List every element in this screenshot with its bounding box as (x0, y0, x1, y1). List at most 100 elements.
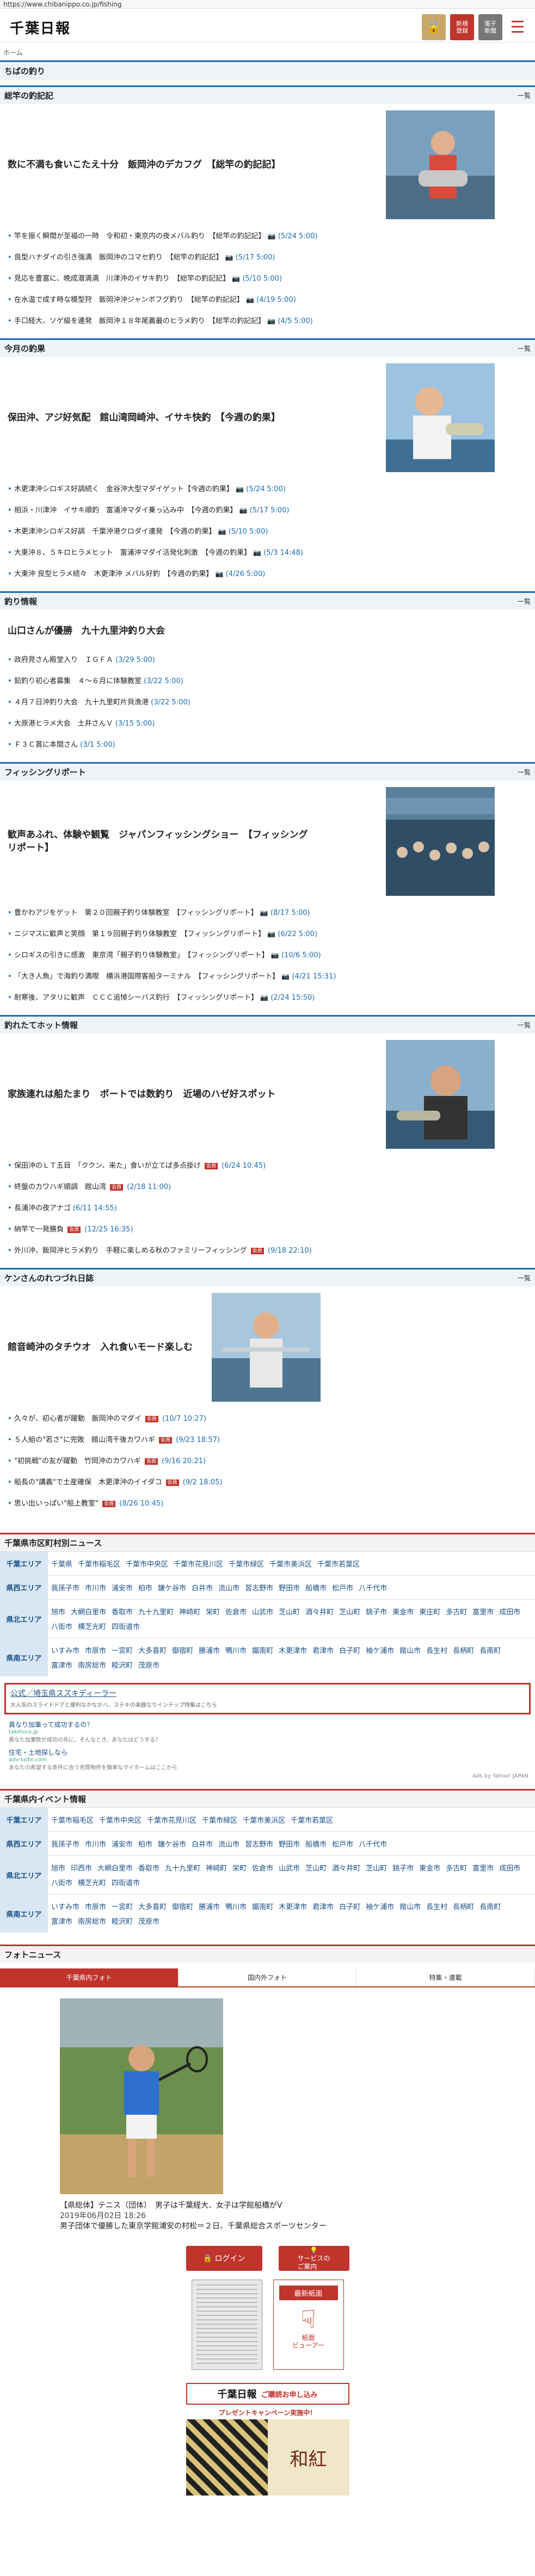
list-item[interactable]: 長浦沖の夜アナゴ (6/11 14:55) (8, 1198, 527, 1219)
city-link[interactable]: 柏市 (138, 1582, 152, 1593)
subscribe-banner[interactable]: 千葉日報 ご購読お申し込み (186, 2383, 349, 2405)
city-link[interactable]: 印西市 (71, 1862, 92, 1873)
tab-features[interactable]: 特集・連載 (356, 1968, 535, 1986)
list-item[interactable]: 政府見さん殿堂入り ＩＧＦＡ (3/29 5:00) (8, 649, 527, 671)
city-link[interactable]: 成田市 (499, 1862, 520, 1873)
city-link[interactable]: 富里市 (472, 1862, 494, 1873)
city-link[interactable]: 習志野市 (245, 1838, 273, 1849)
city-link[interactable]: 大網白里市 (71, 1606, 106, 1617)
city-link[interactable]: 松戸市 (332, 1838, 353, 1849)
city-link[interactable]: 白子町 (339, 1645, 360, 1655)
city-link[interactable]: 千葉市若葉区 (317, 1558, 360, 1569)
city-link[interactable]: 勝浦市 (199, 1901, 220, 1911)
city-link[interactable]: 東金市 (419, 1862, 440, 1873)
city-link[interactable]: 御宿町 (172, 1645, 193, 1655)
city-link[interactable]: 富津市 (51, 1916, 72, 1926)
list-item[interactable]: 大東沖８、５キロヒラメヒット 富浦沖マダイ活発化刺激 【今週の釣果】 📷 (5/… (8, 542, 527, 564)
list-item[interactable]: 鉛釣り初心者募集 ４～６月に体験教室 (3/22 5:00) (8, 671, 527, 692)
top-story-photo[interactable] (386, 363, 495, 472)
city-link[interactable]: 鋸南町 (252, 1645, 273, 1655)
list-item[interactable]: 思い出いっぱい"船上教室" 会員 (8/26 10:45) (8, 1493, 527, 1514)
top-story-title[interactable]: 保田沖、アジ好気配 館山湾岡崎沖、イサキ快釣 【今週の釣果】 (8, 411, 312, 424)
list-item[interactable]: 保田沖のＬＴ五目 「ククン、来た」食いが立てば多点掛け 会員 (6/24 10:… (8, 1155, 527, 1176)
city-link[interactable]: 我孫子市 (51, 1838, 79, 1849)
top-story[interactable]: 数に不満も食いこたえ十分 飯岡沖のデカフグ 【総竿の釣記記】 (0, 104, 535, 226)
city-link[interactable]: 香取市 (138, 1862, 159, 1873)
city-link[interactable]: 神崎町 (206, 1862, 227, 1873)
more-link[interactable]: 一覧 (518, 344, 531, 353)
tab-domestic-photo[interactable]: 国内外フォト (178, 1968, 357, 1986)
tab-prefecture-photo[interactable]: 千葉県内フォト (0, 1968, 179, 1986)
city-link[interactable]: 八千代市 (359, 1582, 387, 1593)
ad-small[interactable]: 住宅・土地探しなら adv-ssite.com あなたの希望する条件に合う売買物… (0, 1745, 535, 1773)
breadcrumb[interactable]: ホーム (0, 42, 535, 60)
city-link[interactable]: 栄町 (206, 1606, 220, 1617)
list-item[interactable]: Ｆ３Ｃ賞に本間さん (3/1 5:00) (8, 734, 527, 756)
city-link[interactable]: 御宿町 (172, 1901, 193, 1911)
top-story-title[interactable]: 家族連れは船たまり ボートでは数釣り 近場のハゼ好スポット (8, 1088, 312, 1101)
city-link[interactable]: 浦安市 (112, 1838, 133, 1849)
city-link[interactable]: 市川市 (85, 1838, 106, 1849)
ad-main[interactable]: 公式／埼玉県スズキディーラー 大人気のスライドドアと便利なかなかハ、ステキの楽器… (4, 1683, 531, 1714)
more-link[interactable]: 一覧 (518, 1273, 531, 1283)
city-link[interactable]: 勝浦市 (199, 1645, 220, 1655)
city-link[interactable]: 八街市 (51, 1621, 72, 1631)
city-link[interactable]: 山武市 (279, 1862, 300, 1873)
city-link[interactable]: 富津市 (51, 1659, 72, 1670)
city-link[interactable]: 木更津市 (279, 1901, 307, 1911)
login-button[interactable]: 🔒 ログイン (186, 2246, 262, 2271)
register-button[interactable]: 新規 登録 (450, 14, 474, 40)
city-link[interactable]: 袖ケ浦市 (366, 1901, 394, 1911)
city-link[interactable]: 一宮町 (112, 1901, 133, 1911)
city-link[interactable]: 船橋市 (305, 1582, 327, 1593)
city-link[interactable]: 九十九里町 (138, 1606, 174, 1617)
city-link[interactable]: 浦安市 (112, 1582, 133, 1593)
top-story-title[interactable]: 歓声あふれ、体験や観覧 ジャパンフィッシングショー 【フィッシングリポート】 (8, 828, 312, 854)
list-item[interactable]: 見応を豊富に、晩成潜満満 川津沖のイサキ釣り 【総竿の釣記記】 📷 (5/10 … (8, 268, 527, 289)
top-story[interactable]: 歓声あふれ、体験や観覧 ジャパンフィッシングショー 【フィッシングリポート】 (0, 781, 535, 902)
city-link[interactable]: 多古町 (446, 1606, 467, 1617)
list-item[interactable]: 「大き人魚」で海釣り満喫 横浜港国際客船ターミナル 【フィッシングリポート】 📷… (8, 966, 527, 987)
list-item[interactable]: 船長の"講義"で土産確保 木更津沖のイイダコ 会員 (9/2 18:05) (8, 1472, 527, 1493)
city-link[interactable]: 千葉市花見川区 (147, 1815, 196, 1825)
area-label[interactable]: 県西エリア (0, 1575, 48, 1600)
city-link[interactable]: 流山市 (218, 1582, 239, 1593)
city-link[interactable]: 旭市 (51, 1862, 65, 1873)
top-story-title[interactable]: 館音崎沖のタチウオ 入れ食いモード楽しむ (8, 1341, 204, 1354)
city-link[interactable]: 柏市 (138, 1838, 152, 1849)
city-link[interactable]: 千葉市稲毛区 (51, 1815, 94, 1825)
city-link[interactable]: 鎌ケ谷市 (158, 1582, 186, 1593)
menu-icon[interactable]: ☰ (507, 14, 528, 40)
tennis-photo[interactable] (60, 1998, 223, 2194)
city-link[interactable]: 松戸市 (332, 1582, 353, 1593)
list-item[interactable]: 耐寒後、アタリに歓声 ＣＣＣ追悼シーバス釣行 【フィッシングリポート】 📷 (2… (8, 987, 527, 1008)
list-item[interactable]: 相浜・川津沖 イサキ順釣 富浦沖マダイ乗っ込み中 【今週の釣果】 📷 (5/17… (8, 500, 527, 521)
city-link[interactable]: 横芝光町 (78, 1877, 106, 1887)
list-item[interactable]: ４月７日沖釣り大会 九十九里町片貝漁港 (3/22 5:00) (8, 692, 527, 713)
city-link[interactable]: 芝山町 (339, 1606, 360, 1617)
area-label[interactable]: 県南エリア (0, 1638, 48, 1676)
list-item[interactable]: 良型ハナダイの引き強満 飯岡沖のコマセ釣り 【総竿の釣記記】 📷 (5/17 5… (8, 247, 527, 268)
area-label[interactable]: 県西エリア (0, 1831, 48, 1856)
site-logo[interactable]: 千葉日報 (10, 17, 71, 38)
city-link[interactable]: 野田市 (279, 1838, 300, 1849)
city-link[interactable]: 白井市 (192, 1582, 213, 1593)
city-link[interactable]: 千葉市若葉区 (291, 1815, 333, 1825)
city-link[interactable]: 大網白里市 (97, 1862, 133, 1873)
city-link[interactable]: いすみ市 (51, 1901, 79, 1911)
photo-news-image[interactable] (0, 1987, 535, 2196)
city-link[interactable]: 長柄町 (453, 1645, 474, 1655)
city-link[interactable]: 鋸南町 (252, 1901, 273, 1911)
city-link[interactable]: 船橋市 (305, 1838, 327, 1849)
city-link[interactable]: 大多喜町 (138, 1645, 167, 1655)
city-link[interactable]: 富里市 (472, 1606, 494, 1617)
ad-title[interactable]: 公式／埼玉県スズキディーラー (10, 1688, 525, 1699)
list-item[interactable]: 木更津沖シロギス好調 千葉沖港クロダイ連発 【今週の釣果】 📷 (5/10 5:… (8, 521, 527, 542)
city-link[interactable]: 習志野市 (245, 1582, 273, 1593)
city-link[interactable]: 千葉市美浜区 (269, 1558, 312, 1569)
service-button[interactable]: 💡 サービスの ご案内 (278, 2246, 349, 2271)
city-link[interactable]: 千葉市稲毛区 (78, 1558, 120, 1569)
city-link[interactable]: 南房総市 (78, 1659, 106, 1670)
city-link[interactable]: 佐倉市 (252, 1862, 273, 1873)
list-item[interactable]: 納竿で一発勝負 会員 (12/25 16:35) (8, 1219, 527, 1240)
